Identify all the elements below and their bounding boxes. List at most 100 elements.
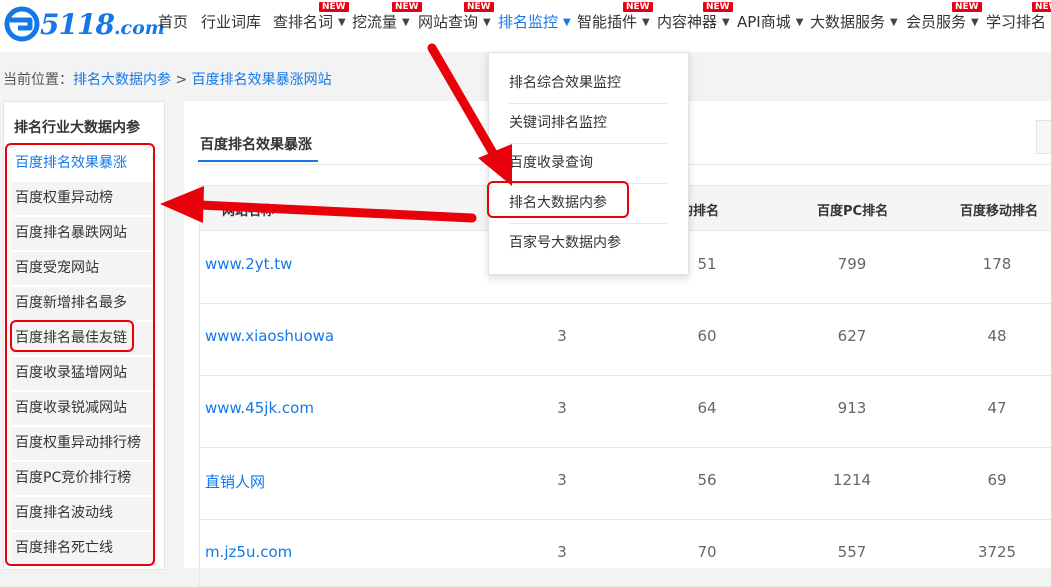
nav-item-label: 学习排名 [986, 13, 1047, 31]
avg-rank-cell: 64 [697, 399, 717, 417]
caret-down-icon: ▼ [563, 17, 571, 28]
sidebar-item[interactable]: 百度PC竞价排行榜 [12, 462, 156, 495]
new-badge: NEW [464, 2, 494, 12]
column-header-mobile-rank: 百度移动排名 [960, 204, 1039, 219]
new-badge: NEW [952, 2, 982, 12]
breadcrumb-prefix: 当前位置： [3, 72, 73, 88]
breadcrumb: 当前位置：排名大数据内参 > 百度排名效果暴涨网站 [3, 69, 332, 89]
nav-item-label: 会员服务 [906, 13, 967, 31]
site-link[interactable]: m.jz5u.com [205, 543, 292, 561]
sidebar: 排名行业大数据内参 百度排名效果暴涨 百度权重异动榜 百度排名暴跌网站 百度受宠网站百… [3, 101, 165, 570]
caret-down-icon: ▼ [642, 17, 650, 28]
mobile-rank-cell: 178 [982, 255, 1012, 273]
sidebar-title: 排名行业大数据内参 [14, 120, 140, 136]
sidebar-item[interactable]: 百度排名效果暴涨 [12, 147, 156, 180]
pc-rank-cell: 799 [837, 255, 867, 273]
nav-item-10[interactable]: 会员服务 ▼ NEW [906, 2, 982, 32]
logo-text: 5118.com [40, 7, 165, 41]
sidebar-item[interactable]: 百度新增排名最多 [12, 287, 156, 320]
nav-item-8[interactable]: API商城 ▼ [737, 11, 803, 32]
column-header-site: 网站名称 [222, 204, 275, 219]
nav-item-4[interactable]: 网站查询 ▼ NEW [418, 2, 494, 32]
avg-rank-cell: 70 [697, 543, 717, 561]
breadcrumb-current-link[interactable]: 百度排名效果暴涨网站 [192, 72, 332, 88]
top-navbar: 5118.com 首页 行业词库 查排名词 ▼ NEW 挖流量 ▼ NEW 网站查询 ▼ NEW 排名… [0, 0, 1051, 52]
nav-item-label: 内容神器 [657, 13, 718, 31]
table-cell: 3 [557, 543, 567, 561]
site-logo[interactable]: 5118.com [4, 4, 165, 44]
dropdown-item[interactable]: 排名大数据内参 [509, 183, 667, 223]
dropdown-item[interactable]: 关键词排名监控 [509, 103, 667, 143]
mobile-rank-cell: 47 [987, 399, 1007, 417]
dropdown-item[interactable]: 百家号大数据内参 [509, 223, 667, 263]
caret-down-icon: ▼ [483, 17, 491, 28]
panel-corner-button[interactable] [1036, 120, 1051, 154]
caret-down-icon: ▼ [338, 17, 346, 28]
caret-down-icon: ▼ [722, 17, 730, 28]
mobile-rank-cell: 69 [987, 471, 1007, 489]
new-badge: NEW [703, 2, 733, 12]
dropdown-item[interactable]: 百度收录查询 [509, 143, 667, 183]
new-badge: NEW [1032, 2, 1051, 12]
nav-item-9[interactable]: 大数据服务 ▼ [810, 11, 898, 32]
nav-item-7[interactable]: 内容神器 ▼ NEW [657, 2, 733, 32]
site-link[interactable]: 直销人网 [205, 471, 265, 492]
pc-rank-cell: 627 [837, 327, 867, 345]
sidebar-item[interactable]: 百度受宠网站 [12, 252, 156, 285]
caret-down-icon: ▼ [971, 17, 979, 28]
nav-item-5[interactable]: 排名监控 ▼ [498, 11, 571, 32]
pc-rank-cell: 913 [837, 399, 867, 417]
nav-item-2[interactable]: 查排名词 ▼ NEW [273, 2, 349, 32]
sidebar-item[interactable]: 百度排名波动线 [12, 497, 156, 530]
nav-item-label: 行业词库 [201, 13, 262, 31]
table-cell: 3 [557, 471, 567, 489]
table-cell: 3 [557, 399, 567, 417]
nav-item-label: 网站查询 [418, 13, 479, 31]
avg-rank-cell: 60 [697, 327, 717, 345]
pc-rank-cell: 557 [837, 543, 867, 561]
table-row: m.jz5u.com 3 70 557 3725 [200, 519, 1051, 586]
table-cell: 3 [557, 327, 567, 345]
mobile-rank-cell: 48 [987, 327, 1007, 345]
nav-item-label: API商城 [737, 13, 791, 31]
nav-item-6[interactable]: 智能插件 ▼ NEW [577, 2, 653, 32]
caret-down-icon: ▼ [795, 17, 804, 28]
nav-item-label: 查排名词 [273, 13, 334, 31]
site-link[interactable]: www.xiaoshuowa [205, 327, 334, 345]
sidebar-item[interactable]: 百度收录锐减网站 [12, 392, 156, 425]
tab-active[interactable]: 百度排名效果暴涨 [200, 134, 312, 154]
logo-icon [4, 6, 40, 42]
nav-item-11[interactable]: 学习排名NEW [986, 2, 1051, 32]
table-row: www.45jk.com 3 64 913 47 [200, 375, 1051, 448]
nav-item-3[interactable]: 挖流量 ▼ NEW [352, 2, 422, 32]
nav-item-label: 智能插件 [577, 13, 638, 31]
nav-item-1[interactable]: 行业词库 [201, 11, 261, 32]
nav-item-label: 排名监控 [498, 13, 559, 31]
breadcrumb-separator: > [175, 72, 188, 88]
dropdown-item[interactable]: 排名综合效果监控 [509, 63, 667, 103]
mobile-rank-cell: 3725 [977, 543, 1017, 561]
site-link[interactable]: www.2yt.tw [205, 255, 292, 273]
new-badge: NEW [319, 2, 349, 12]
table-row: 直销人网 3 56 1214 69 [200, 447, 1051, 520]
sidebar-item[interactable]: 百度权重异动榜 [12, 182, 156, 215]
sidebar-item[interactable]: 百度排名最佳友链 [12, 322, 156, 355]
ranking-monitor-dropdown: 排名综合效果监控 关键词排名监控 百度收录查询 排名大数据内参 百家号大数据内参 [488, 52, 689, 275]
caret-down-icon: ▼ [890, 17, 898, 28]
table-row: www.xiaoshuowa 3 60 627 48 [200, 303, 1051, 376]
column-header-pc-rank: 百度PC排名 [817, 204, 889, 219]
nav-item-0[interactable]: 首页 [158, 11, 188, 32]
tab-active-underline [198, 160, 318, 162]
nav-item-label: 挖流量 [352, 13, 398, 31]
site-link[interactable]: www.45jk.com [205, 399, 314, 417]
sidebar-item[interactable]: 百度收录猛增网站 [12, 357, 156, 390]
avg-rank-cell: 56 [697, 471, 717, 489]
nav-item-label: 首页 [158, 13, 189, 31]
caret-down-icon: ▼ [402, 17, 410, 28]
sidebar-item[interactable]: 百度排名死亡线 [12, 532, 156, 565]
sidebar-item[interactable]: 百度排名暴跌网站 [12, 217, 156, 250]
breadcrumb-parent-link[interactable]: 排名大数据内参 [73, 72, 171, 88]
pc-rank-cell: 1214 [832, 471, 872, 489]
sidebar-item[interactable]: 百度权重异动排行榜 [12, 427, 156, 460]
new-badge: NEW [623, 2, 653, 12]
